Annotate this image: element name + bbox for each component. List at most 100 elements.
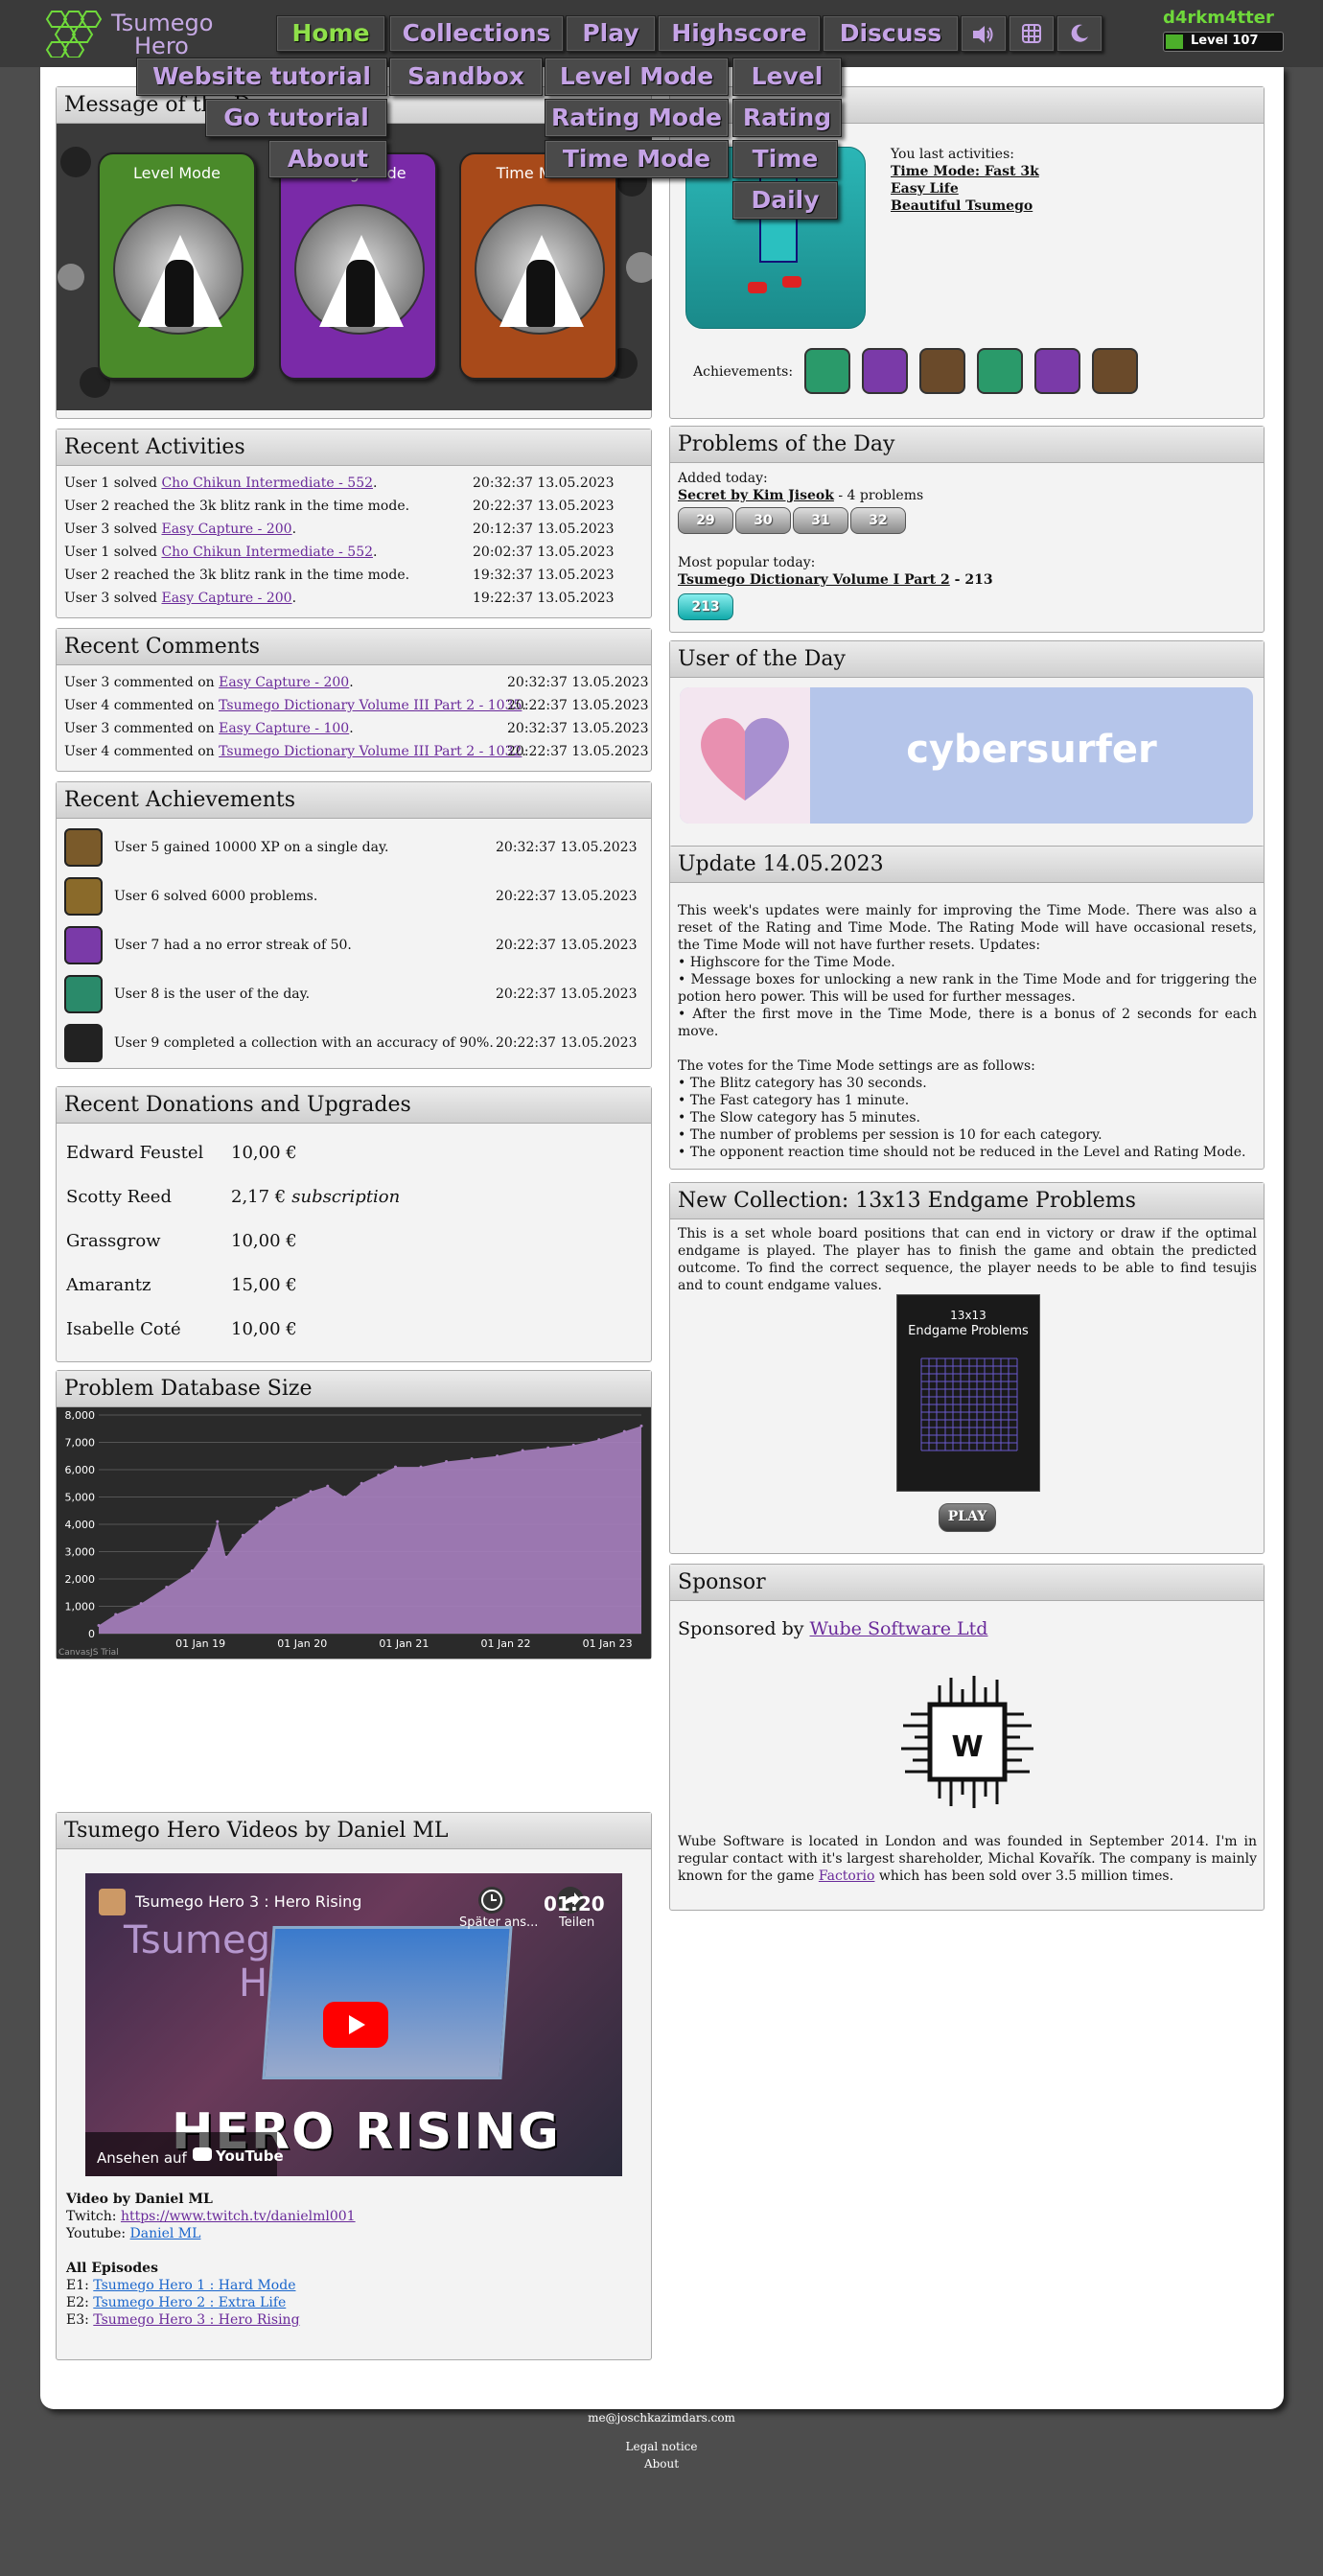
nav-collections[interactable]: Collections [389, 15, 564, 52]
menu-rating-mode[interactable]: Rating Mode [545, 99, 729, 137]
layers-icon[interactable] [64, 828, 103, 867]
site-logo[interactable]: Tsumego Hero [40, 8, 222, 58]
nav-play[interactable]: Play [566, 15, 656, 52]
data-point[interactable] [546, 1446, 550, 1450]
data-point[interactable] [241, 1533, 244, 1537]
card-rating-mode[interactable]: Rating Mode [279, 152, 437, 380]
menu-time-mode[interactable]: Time Mode [545, 140, 729, 178]
data-point[interactable] [275, 1506, 279, 1510]
menu-hs-rating[interactable]: Rating [732, 99, 842, 137]
cube-icon[interactable] [64, 926, 103, 964]
grid-achievement-icon[interactable] [804, 348, 850, 394]
data-point[interactable] [394, 1465, 398, 1469]
clock-icon[interactable] [478, 1887, 505, 1914]
menu-about[interactable]: About [268, 140, 387, 178]
problem-button[interactable]: 29 [678, 507, 733, 534]
uotd-username[interactable]: cybersurfer [810, 728, 1253, 772]
youtube-label[interactable]: YouTube [216, 2147, 284, 2165]
episode-link-1[interactable]: Tsumego Hero 1 : Hard Mode [93, 2278, 295, 2293]
list-icon[interactable] [64, 877, 103, 916]
layers-achievement-icon[interactable] [919, 348, 965, 394]
comment-link[interactable]: Easy Capture - 100 [219, 721, 349, 736]
nav-discuss[interactable]: Discuss [823, 15, 959, 52]
last-activity-3[interactable]: Beautiful Tsumego [891, 198, 1033, 214]
data-point[interactable] [165, 1586, 169, 1590]
data-point[interactable] [139, 1602, 143, 1606]
menu-level-mode[interactable]: Level Mode [545, 58, 729, 96]
video-title[interactable]: Tsumego Hero 3 : Hero Rising [135, 1892, 361, 1911]
menu-go-tutorial[interactable]: Go tutorial [205, 99, 387, 137]
data-point[interactable] [309, 1490, 313, 1494]
last-activity-1[interactable]: Time Mode: Fast 3k [891, 164, 1039, 179]
menu-hs-time[interactable]: Time [732, 140, 838, 178]
data-point[interactable] [360, 1481, 363, 1485]
area-series[interactable] [99, 1426, 641, 1634]
data-point[interactable] [622, 1429, 626, 1433]
watch-on-label[interactable]: Ansehen auf [97, 2149, 187, 2167]
data-point[interactable] [190, 1568, 194, 1572]
sponsor-link[interactable]: Wube Software Ltd [810, 1618, 988, 1639]
data-point[interactable] [291, 1497, 295, 1501]
data-point[interactable] [216, 1520, 220, 1523]
data-point[interactable] [597, 1438, 601, 1442]
episode-link-2[interactable]: Tsumego Hero 2 : Extra Life [93, 2295, 286, 2310]
collection-cover[interactable]: 13x13 Endgame Problems [896, 1294, 1040, 1492]
grid-icon[interactable] [64, 975, 103, 1013]
comment-link[interactable]: Easy Capture - 200 [219, 675, 349, 690]
cube-achievement-icon[interactable] [862, 348, 908, 394]
data-point[interactable] [639, 1424, 643, 1427]
nav-home[interactable]: Home [276, 15, 385, 52]
db-size-chart[interactable]: 0 1,000 2,000 3,000 4,000 5,000 6,000 7,000 8,00… [57, 1407, 651, 1659]
nav-highscore[interactable]: Highscore [658, 15, 821, 52]
menu-hs-daily[interactable]: Daily [732, 181, 838, 220]
data-point[interactable] [207, 1547, 211, 1551]
activity-link[interactable]: Cho Chikun Intermediate - 552 [161, 476, 373, 491]
menu-sandbox[interactable]: Sandbox [389, 58, 543, 96]
data-point[interactable] [97, 1623, 101, 1627]
activity-link[interactable]: Cho Chikun Intermediate - 552 [161, 545, 373, 560]
problem-button[interactable]: 31 [793, 507, 848, 534]
about-link[interactable]: About [0, 2455, 1323, 2472]
activity-link[interactable]: Easy Capture - 200 [161, 522, 291, 537]
speaker-icon[interactable] [961, 15, 1007, 52]
card-time-mode[interactable]: Time Mode [459, 152, 617, 380]
data-point[interactable] [342, 1496, 346, 1498]
data-point[interactable] [521, 1449, 524, 1452]
share-label[interactable]: Teilen [559, 1915, 594, 1930]
data-point[interactable] [258, 1520, 262, 1523]
youtube-logo-icon[interactable] [193, 2147, 212, 2161]
username[interactable]: d4rkm4tter [1163, 8, 1274, 28]
popular-collection-link[interactable]: Tsumego Dictionary Volume I Part 2 [678, 572, 950, 588]
data-point[interactable] [114, 1613, 118, 1616]
layers-achievement-icon[interactable] [1092, 348, 1138, 394]
last-activity-2[interactable]: Easy Life [891, 181, 959, 197]
data-point[interactable] [419, 1465, 423, 1469]
factorio-link[interactable]: Factorio [819, 1868, 875, 1884]
grid-icon[interactable] [1009, 15, 1055, 52]
legal-notice-link[interactable]: Legal notice [0, 2438, 1323, 2455]
activity-link[interactable]: Easy Capture - 200 [161, 591, 291, 606]
problem-button[interactable]: 30 [735, 507, 791, 534]
popular-problem-button[interactable]: 213 [678, 593, 733, 620]
grid-achievement-icon[interactable] [977, 348, 1023, 394]
problem-button[interactable]: 32 [850, 507, 906, 534]
watch-later-label[interactable]: Später ans... [459, 1915, 538, 1930]
cube-achievement-icon[interactable] [1034, 348, 1080, 394]
added-collection-link[interactable]: Secret by Kim Jiseok [678, 488, 834, 503]
data-point[interactable] [496, 1454, 499, 1458]
wube-logo-icon[interactable]: W [897, 1672, 1037, 1812]
youtube-play-button[interactable] [323, 2002, 388, 2048]
episode-link-3[interactable]: Tsumego Hero 3 : Hero Rising [93, 2312, 299, 2328]
twitch-link[interactable]: https://www.twitch.tv/danielml001 [121, 2209, 356, 2224]
level-bar[interactable]: Level 107 [1163, 32, 1284, 52]
contact-email[interactable]: me@joschkazimdars.com [0, 2409, 1323, 2426]
menu-website-tutorial[interactable]: Website tutorial [136, 58, 387, 96]
uotd-banner[interactable]: cybersurfer [680, 687, 1253, 824]
data-point[interactable] [377, 1474, 381, 1477]
video-player[interactable]: Tsumego Hero 3 : Hero Rising Tsumego Her… [85, 1873, 622, 2176]
play-button[interactable]: PLAY [939, 1503, 996, 1532]
comment-link[interactable]: Tsumego Dictionary Volume III Part 2 - 1… [219, 698, 522, 713]
data-point[interactable] [326, 1484, 330, 1488]
data-point[interactable] [470, 1457, 474, 1461]
download-icon[interactable] [64, 1024, 103, 1062]
